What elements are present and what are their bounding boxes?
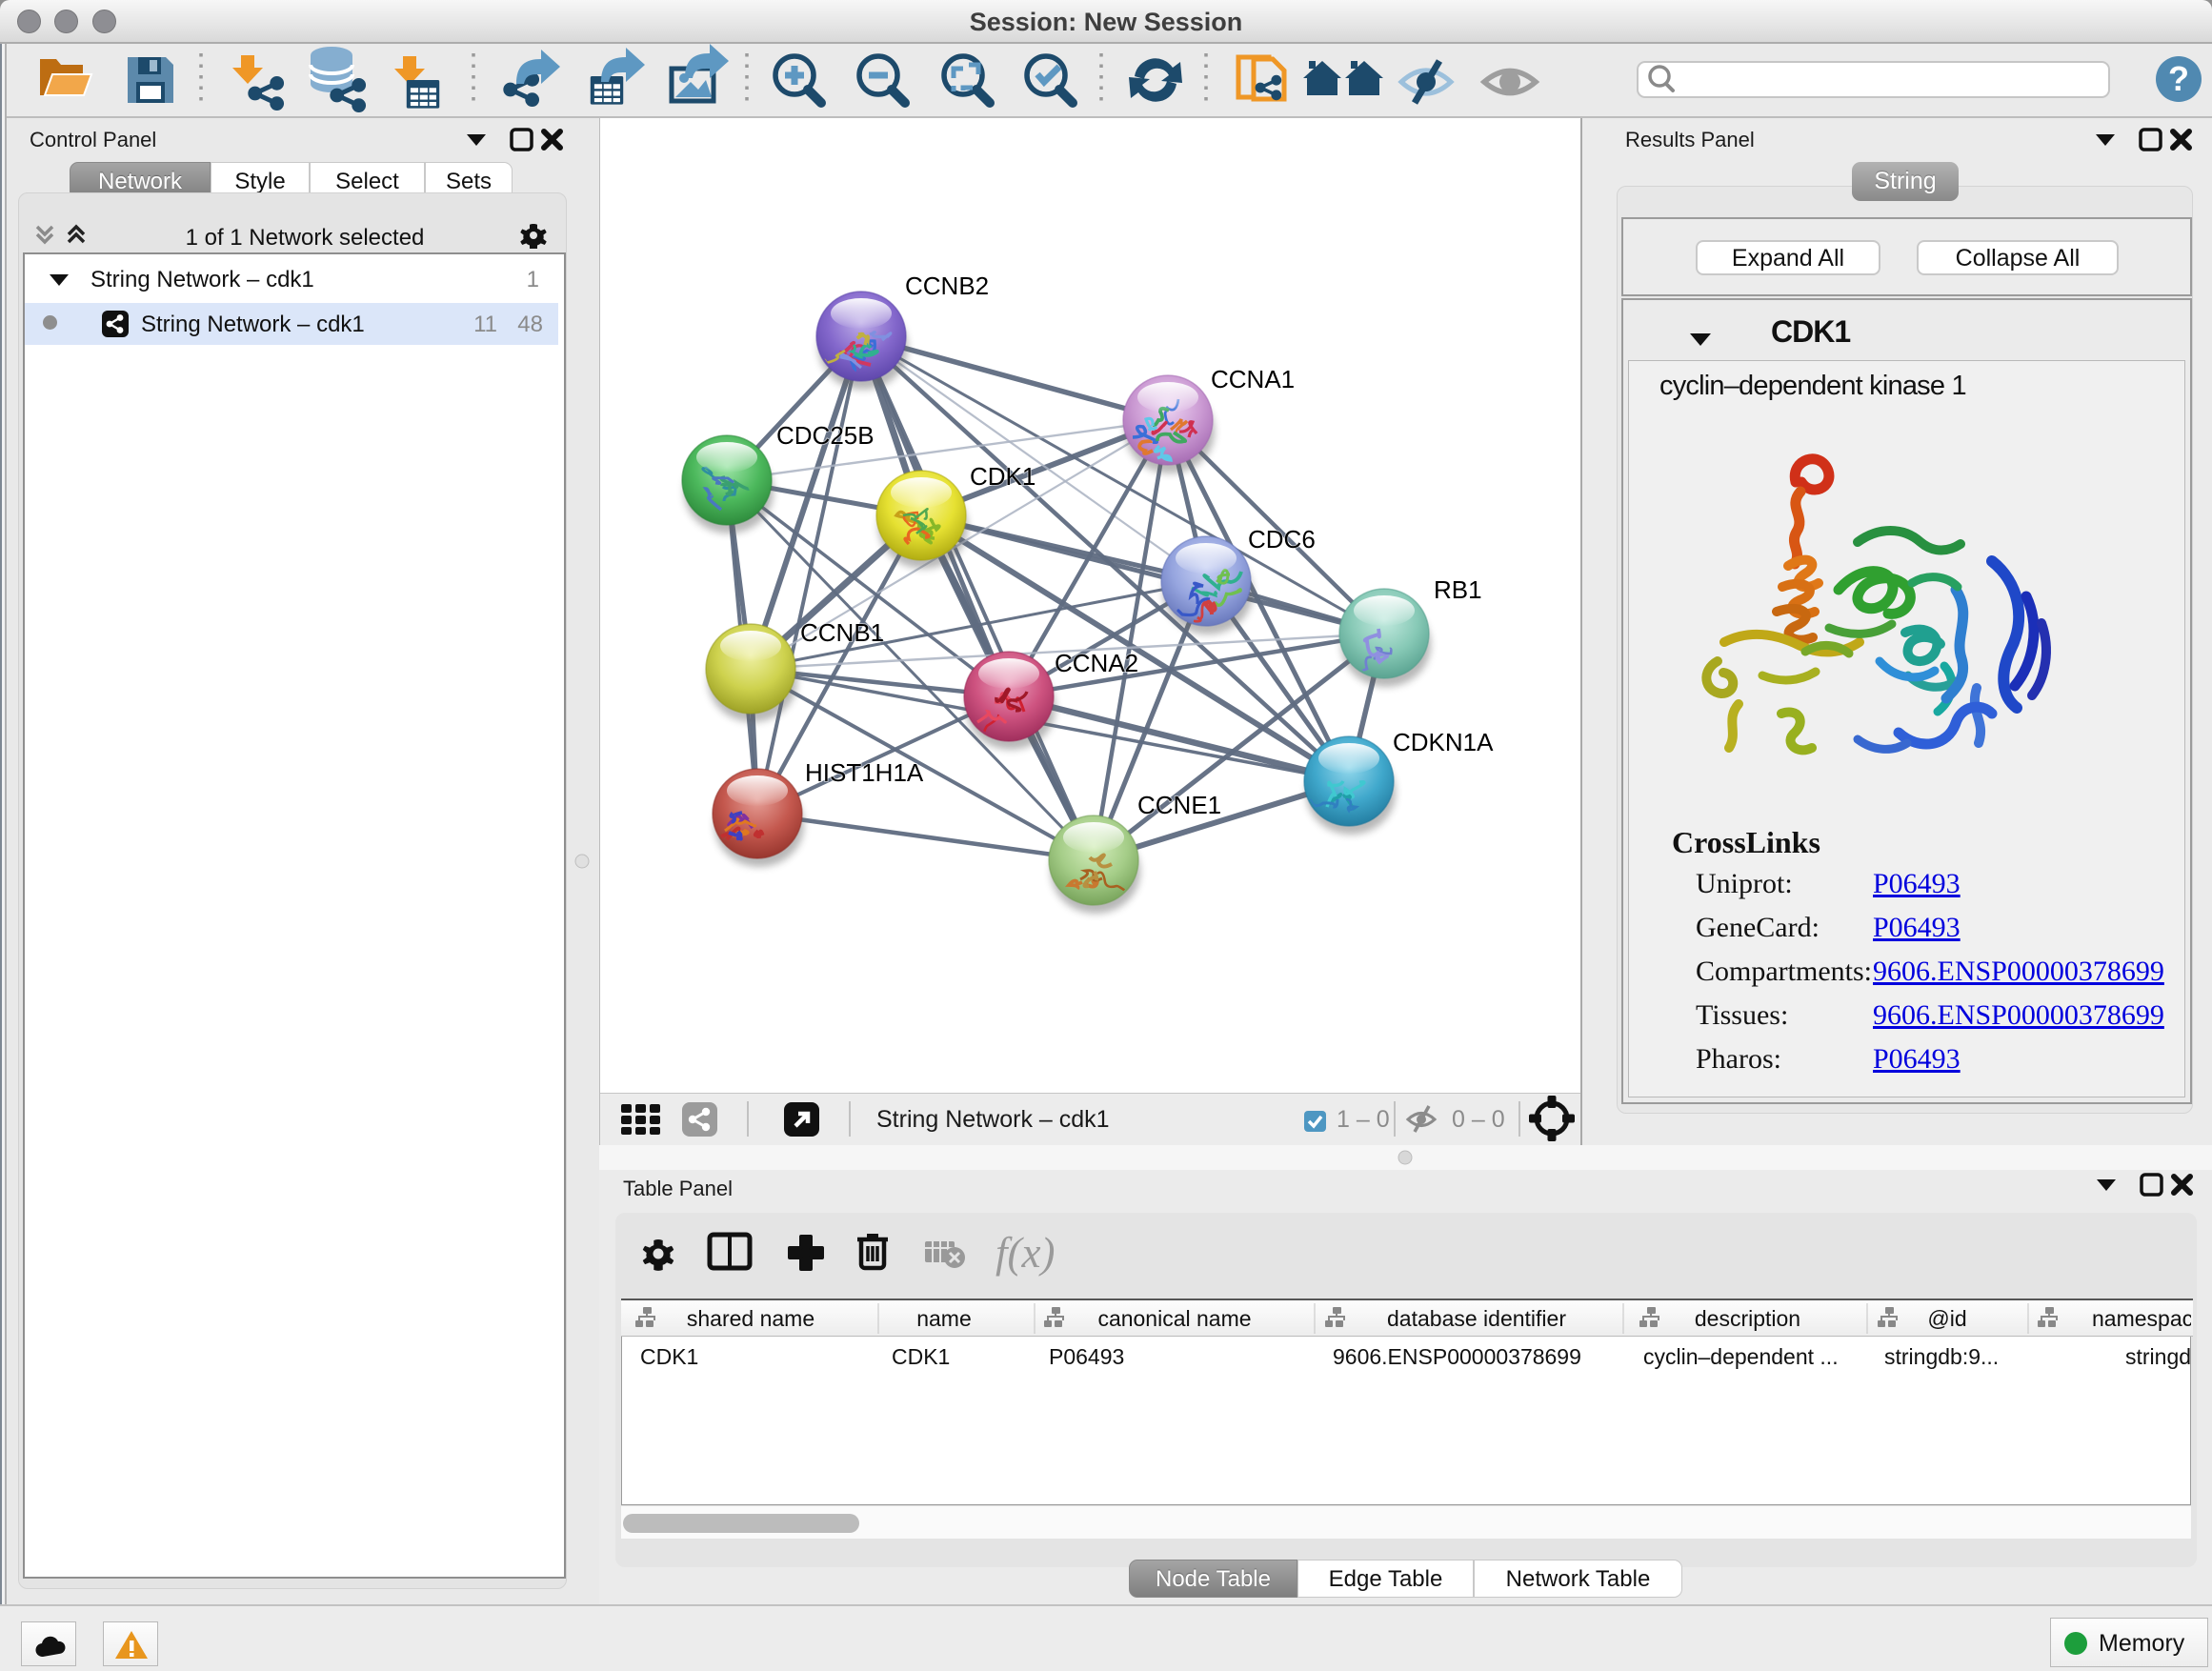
svg-text:String Network – cdk1: String Network – cdk1 — [876, 1106, 1110, 1133]
svg-text:CCNB1: CCNB1 — [800, 618, 884, 647]
svg-text:0 – 0: 0 – 0 — [1452, 1106, 1505, 1133]
svg-text:CDKN1A: CDKN1A — [1393, 728, 1494, 756]
svg-text:CDC25B: CDC25B — [776, 421, 875, 450]
svg-text:CDC6: CDC6 — [1248, 525, 1316, 554]
svg-text:HIST1H1A: HIST1H1A — [805, 758, 924, 787]
svg-text:CCNB2: CCNB2 — [905, 272, 989, 300]
svg-text:CCNA1: CCNA1 — [1211, 365, 1295, 393]
svg-text:RB1: RB1 — [1434, 575, 1482, 604]
svg-text:1 – 0: 1 – 0 — [1337, 1106, 1390, 1133]
svg-text:f(x): f(x) — [995, 1229, 1055, 1277]
svg-text:?: ? — [2168, 59, 2189, 98]
svg-text:CCNA2: CCNA2 — [1055, 649, 1138, 677]
svg-text:CCNE1: CCNE1 — [1137, 791, 1221, 819]
svg-text:CDK1: CDK1 — [970, 462, 1036, 491]
